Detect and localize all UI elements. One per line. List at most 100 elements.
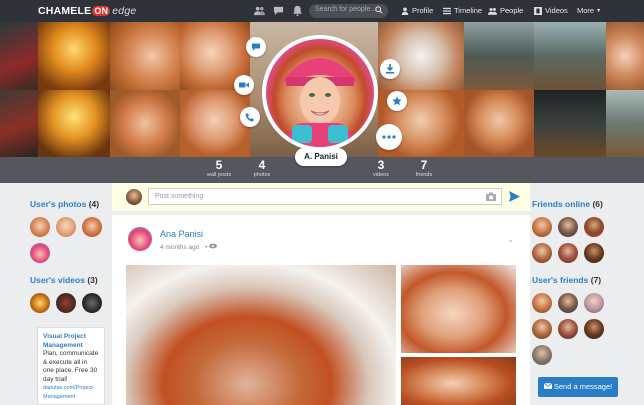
stat-friends[interactable]: 7 friends [404, 159, 444, 179]
logo-on-badge: ON [92, 6, 111, 16]
cover-photo-blossom [378, 22, 464, 90]
friend-avatar[interactable] [584, 319, 604, 339]
video-camera-icon [239, 82, 249, 88]
friend-avatar[interactable] [532, 293, 552, 313]
nav-people[interactable]: People [488, 6, 523, 15]
friend-avatar[interactable] [532, 243, 552, 263]
user-videos-heading[interactable]: User's videos (3) [30, 275, 110, 285]
profile-face-illustration [284, 58, 356, 147]
post-photo-side[interactable] [401, 357, 516, 405]
friend-avatar[interactable] [532, 345, 552, 365]
composer-avatar [126, 189, 142, 205]
camera-icon[interactable] [486, 192, 496, 203]
eye-icon [209, 243, 218, 251]
friend-avatar[interactable] [584, 293, 604, 313]
cover-photo-cars [0, 90, 38, 157]
search-icon[interactable] [375, 6, 383, 14]
chat-icon[interactable] [273, 5, 284, 16]
nav-profile-label: Profile [412, 6, 434, 15]
profile-photo [266, 39, 374, 147]
friend-avatar[interactable] [558, 217, 578, 237]
stat-label: wall posts [206, 172, 232, 178]
brand-logo[interactable]: CHAMELE ON edge [38, 5, 136, 17]
search-placeholder: Search for people... [315, 6, 377, 13]
send-message-button[interactable]: Send a message! [538, 377, 618, 397]
cover-photo-car [464, 22, 534, 90]
star-icon [392, 96, 402, 106]
profile-picture[interactable] [262, 35, 378, 151]
sponsored-ad[interactable]: Visual Project Management Plan, communic… [37, 327, 105, 405]
video-thumbnail[interactable] [82, 293, 102, 313]
nav-more-label: More [577, 6, 595, 15]
photo-thumbnail[interactable] [82, 217, 102, 237]
cover-photo-woman [180, 90, 250, 157]
heading-text: User's photos [30, 199, 87, 209]
list-icon [443, 7, 451, 14]
user-icon [401, 7, 409, 15]
nav-timeline[interactable]: Timeline [443, 6, 482, 15]
stat-videos[interactable]: 3 videos [361, 158, 401, 179]
post-photo-main[interactable] [126, 265, 396, 405]
search-input[interactable]: Search for people... [309, 4, 388, 18]
send-icon[interactable] [509, 191, 520, 204]
cover-photo-woman [110, 90, 180, 157]
stat-wall-posts[interactable]: 5 wall posts [199, 159, 239, 179]
post-composer: Post something [112, 183, 530, 211]
film-icon [534, 6, 542, 15]
top-navbar: CHAMELE ON edge Search for people... Profi… [0, 0, 644, 22]
chevron-down-icon[interactable]: ⌄ [507, 235, 514, 244]
bell-icon[interactable] [292, 5, 303, 16]
video-thumbnail[interactable] [30, 293, 50, 313]
stat-label: photos [253, 172, 271, 178]
download-button[interactable] [380, 59, 400, 79]
photo-thumbnail[interactable] [30, 217, 50, 237]
heading-text: Friends online [532, 199, 591, 209]
post-author-name[interactable]: Ana Panisi [160, 229, 203, 239]
friend-avatar[interactable] [532, 319, 552, 339]
phone-call-button[interactable] [240, 107, 260, 127]
nav-more[interactable]: More ▾ [577, 6, 600, 15]
send-message-label: Send a message! [553, 382, 613, 391]
photo-thumbnail[interactable] [56, 217, 76, 237]
post-author-avatar[interactable] [128, 227, 152, 251]
stat-photos[interactable]: 4 photos [242, 159, 282, 179]
download-icon [386, 64, 394, 74]
heading-count: (4) [88, 199, 100, 209]
post-photo-side[interactable] [401, 265, 516, 353]
friend-avatar[interactable] [558, 243, 578, 263]
caret-down-icon: ▾ [597, 8, 601, 14]
left-sidebar: User's photos (4) User's videos (3) [30, 183, 110, 313]
more-options-button[interactable] [376, 124, 402, 150]
stat-value: 3 [377, 158, 385, 172]
logo-edge-text: edge [112, 5, 137, 17]
heading-count: (3) [87, 275, 98, 285]
video-call-button[interactable] [234, 75, 254, 95]
message-button[interactable] [246, 37, 266, 57]
friends-online-heading[interactable]: Friends online (6) [532, 199, 612, 209]
right-sidebar: Friends online (6) User's friends (7) [532, 183, 612, 365]
cover-photo-woman [110, 22, 180, 90]
post-input-placeholder: Post something [155, 193, 204, 200]
friend-avatar[interactable] [584, 243, 604, 263]
chat-bubble-icon [252, 43, 260, 51]
ad-url[interactable]: dapulse.com/Project-Management [43, 384, 99, 401]
nav-videos[interactable]: Videos [534, 6, 568, 15]
profile-name: A. Panisi [295, 148, 347, 166]
nav-profile[interactable]: Profile [401, 6, 433, 15]
favorite-button[interactable] [387, 91, 407, 111]
ellipsis-icon [382, 135, 396, 139]
friend-avatar[interactable] [558, 293, 578, 313]
video-thumbnail[interactable] [56, 293, 76, 313]
users-icon[interactable] [254, 5, 265, 16]
friend-avatar[interactable] [584, 217, 604, 237]
stat-label: videos [373, 172, 389, 178]
friend-avatar[interactable] [558, 319, 578, 339]
heading-count: (7) [590, 275, 602, 285]
photo-thumbnail[interactable] [30, 243, 50, 263]
post-input[interactable]: Post something [148, 188, 502, 205]
user-photos-heading[interactable]: User's photos (4) [30, 199, 110, 209]
friend-avatar[interactable] [532, 217, 552, 237]
ad-title[interactable]: Visual Project Management [43, 333, 99, 350]
user-friends-heading[interactable]: User's friends (7) [532, 275, 612, 285]
phone-icon [245, 113, 254, 122]
